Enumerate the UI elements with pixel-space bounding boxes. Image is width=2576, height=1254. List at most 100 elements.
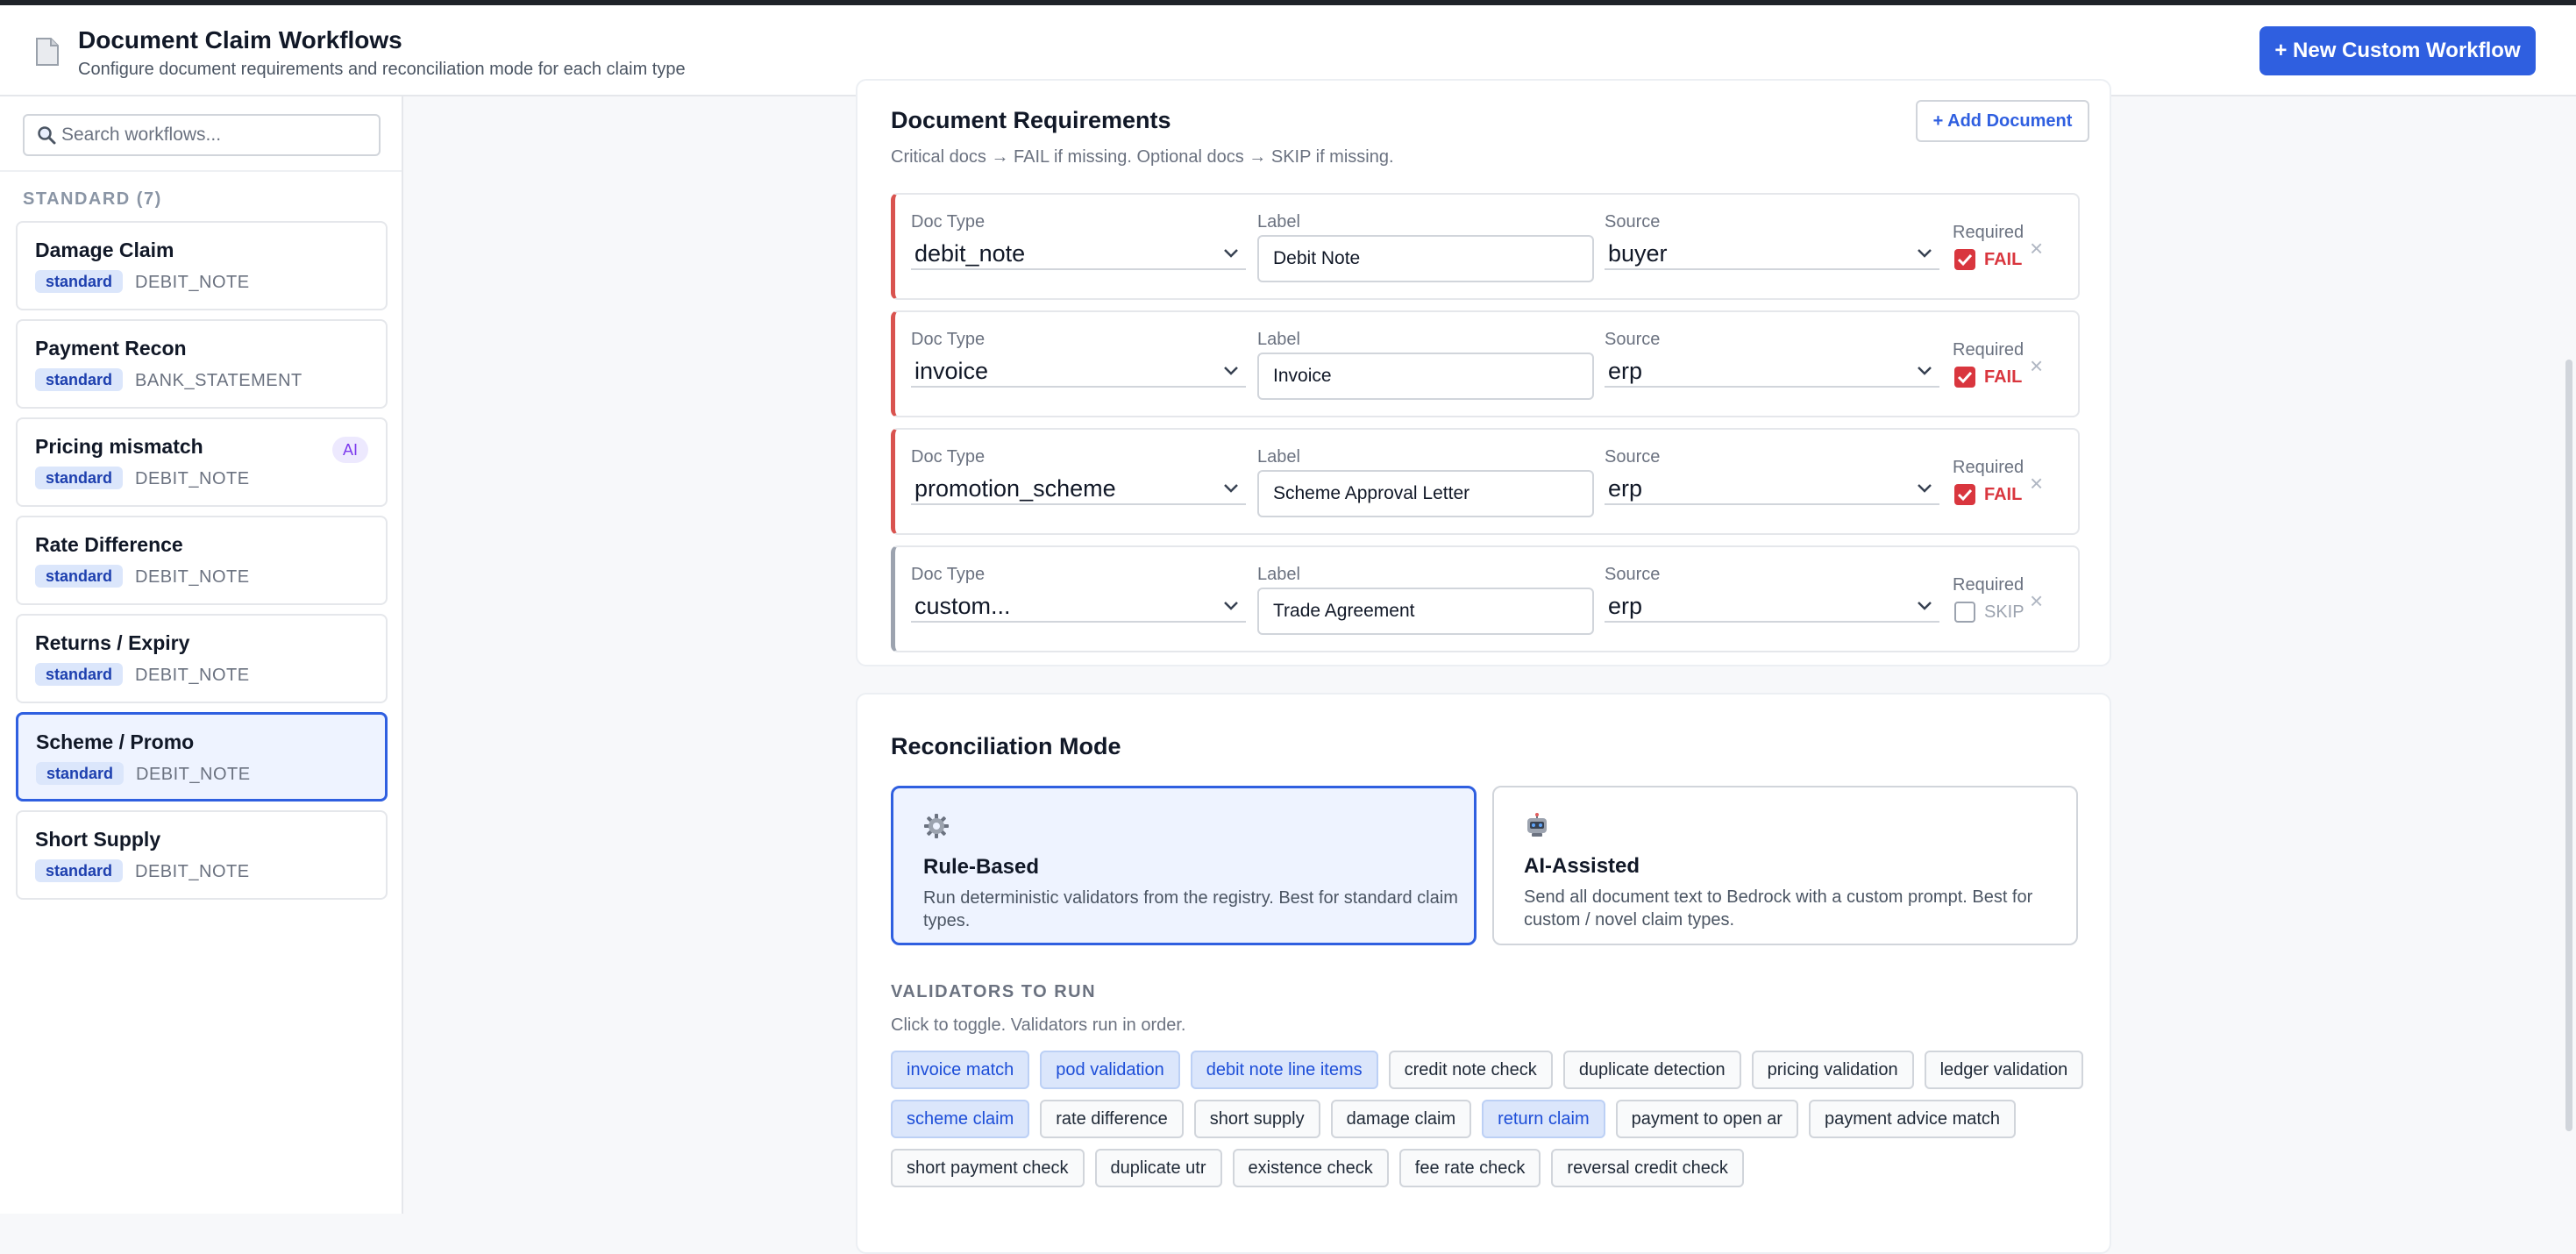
close-icon[interactable]: × — [2030, 235, 2043, 262]
doc-type-value: invoice — [914, 357, 989, 384]
validator-chip[interactable]: duplicate detection — [1562, 1051, 1741, 1089]
required-state: FAIL — [1984, 250, 2023, 269]
label-input[interactable] — [1257, 470, 1594, 517]
doc-type-value: debit_note — [914, 239, 1026, 267]
validator-chip[interactable]: pricing validation — [1751, 1051, 1914, 1089]
validator-chip[interactable]: scheme claim — [891, 1100, 1030, 1138]
chevron-down-icon — [1224, 484, 1238, 493]
search-icon — [38, 126, 56, 145]
mode-option-ai-assisted[interactable]: AI-Assisted Send all document text to Be… — [1492, 786, 2078, 945]
workflow-name: Returns / Expiry — [35, 631, 190, 654]
validator-chip[interactable]: pod validation — [1040, 1051, 1180, 1089]
label-input[interactable] — [1257, 588, 1594, 635]
mode-option-rule-based[interactable]: Rule-Based Run deterministic validators … — [891, 786, 1477, 945]
doc-type-label: Doc Type — [911, 330, 986, 349]
validator-chip[interactable]: invoice match — [891, 1051, 1030, 1089]
close-icon[interactable]: × — [2030, 588, 2043, 615]
chevron-down-icon — [1918, 249, 1932, 258]
validators-hint: Click to toggle. Validators run in order… — [891, 1015, 1186, 1035]
chevron-down-icon — [1224, 602, 1238, 610]
required-checkbox[interactable] — [1954, 249, 1975, 270]
workflow-item-rate-difference[interactable]: Rate Difference standard DEBIT_NOTE — [16, 516, 388, 605]
section-subtitle: Critical docs → FAIL if missing. Optiona… — [891, 147, 1394, 167]
validator-chip[interactable]: short payment check — [891, 1149, 1085, 1187]
doc-requirement-row: Doc Type invoice Label Source erp Requir… — [891, 310, 2080, 417]
gear-icon — [924, 814, 949, 838]
standard-badge: standard — [35, 565, 124, 588]
workflow-doc-type: DEBIT_NOTE — [135, 862, 250, 881]
workflow-name: Short Supply — [35, 828, 161, 851]
validator-chip[interactable]: payment to open ar — [1615, 1100, 1798, 1138]
source-label: Source — [1605, 447, 1661, 467]
source-label: Source — [1605, 565, 1661, 584]
validator-chip-list: invoice match pod validation debit note … — [891, 1051, 2101, 1187]
search-box[interactable] — [23, 114, 381, 156]
source-select[interactable]: erp — [1605, 474, 1939, 505]
validator-chip[interactable]: credit note check — [1388, 1051, 1553, 1089]
chevron-down-icon — [1918, 602, 1932, 610]
workflow-name: Rate Difference — [35, 533, 183, 556]
workflow-item-short-supply[interactable]: Short Supply standard DEBIT_NOTE — [16, 810, 388, 900]
doc-type-select[interactable]: debit_note — [911, 239, 1246, 270]
source-select[interactable]: buyer — [1605, 239, 1939, 270]
label-label: Label — [1257, 212, 1300, 232]
standard-badge: standard — [35, 859, 124, 882]
standard-badge: standard — [35, 663, 124, 686]
source-select[interactable]: erp — [1605, 356, 1939, 388]
doc-type-select[interactable]: promotion_scheme — [911, 474, 1246, 505]
sidebar-divider — [0, 170, 402, 172]
new-custom-workflow-button[interactable]: + New Custom Workflow — [2259, 26, 2536, 75]
required-checkbox[interactable] — [1954, 367, 1975, 388]
doc-type-value: custom... — [914, 592, 1011, 619]
document-icon — [36, 38, 59, 66]
source-select[interactable]: erp — [1605, 591, 1939, 623]
workflow-doc-type: DEBIT_NOTE — [135, 469, 250, 488]
validator-chip[interactable]: reversal credit check — [1551, 1149, 1744, 1187]
label-input[interactable] — [1257, 235, 1594, 282]
validator-chip[interactable]: fee rate check — [1398, 1149, 1541, 1187]
workflow-item-damage-claim[interactable]: Damage Claim standard DEBIT_NOTE — [16, 221, 388, 310]
doc-type-select[interactable]: invoice — [911, 356, 1246, 388]
doc-type-label: Doc Type — [911, 212, 986, 232]
main-content: Document Requirements Critical docs → FA… — [405, 79, 2576, 1254]
source-value: erp — [1608, 592, 1643, 619]
validator-chip[interactable]: duplicate utr — [1094, 1149, 1222, 1187]
workflow-item-payment-recon[interactable]: Payment Recon standard BANK_STATEMENT — [16, 319, 388, 409]
validator-chip[interactable]: return claim — [1482, 1100, 1605, 1138]
source-label: Source — [1605, 330, 1661, 349]
validator-chip[interactable]: existence check — [1232, 1149, 1389, 1187]
doc-type-select[interactable]: custom... — [911, 591, 1246, 623]
scrollbar[interactable] — [2565, 360, 2572, 1131]
workflow-doc-type: DEBIT_NOTE — [135, 273, 250, 292]
required-state: FAIL — [1984, 367, 2023, 387]
chevron-down-icon — [1918, 484, 1932, 493]
required-label: Required — [1953, 458, 2025, 477]
workflow-item-returns-expiry[interactable]: Returns / Expiry standard DEBIT_NOTE — [16, 614, 388, 703]
workflow-item-scheme-promo[interactable]: Scheme / Promo standard DEBIT_NOTE — [16, 712, 388, 802]
add-document-button[interactable]: + Add Document — [1916, 100, 2089, 142]
close-icon[interactable]: × — [2030, 470, 2043, 497]
validator-chip[interactable]: damage claim — [1330, 1100, 1472, 1138]
required-checkbox[interactable] — [1954, 602, 1975, 623]
validator-chip[interactable]: debit note line items — [1190, 1051, 1378, 1089]
standard-badge: standard — [36, 762, 125, 785]
workflow-name: Payment Recon — [35, 337, 187, 360]
search-input[interactable] — [61, 125, 377, 146]
label-input[interactable] — [1257, 353, 1594, 400]
standard-badge: standard — [35, 467, 124, 489]
reconciliation-mode-card: Reconciliation Mode Rule-Based Run deter… — [856, 693, 2111, 1254]
required-checkbox[interactable] — [1954, 484, 1975, 505]
validator-chip[interactable]: rate difference — [1040, 1100, 1184, 1138]
close-icon[interactable]: × — [2030, 353, 2043, 380]
workflow-doc-type: BANK_STATEMENT — [135, 371, 302, 390]
label-label: Label — [1257, 330, 1300, 349]
doc-type-label: Doc Type — [911, 565, 986, 584]
validator-chip[interactable]: short supply — [1193, 1100, 1320, 1138]
page-title: Document Claim Workflows — [78, 26, 402, 53]
validator-chip[interactable]: ledger validation — [1924, 1051, 2084, 1089]
section-title: Document Requirements — [891, 107, 1171, 133]
workflow-item-pricing-mismatch[interactable]: Pricing mismatch AI standard DEBIT_NOTE — [16, 417, 388, 507]
standard-badge: standard — [35, 368, 124, 391]
validator-chip[interactable]: payment advice match — [1808, 1100, 2017, 1138]
workflow-name: Scheme / Promo — [36, 730, 195, 753]
